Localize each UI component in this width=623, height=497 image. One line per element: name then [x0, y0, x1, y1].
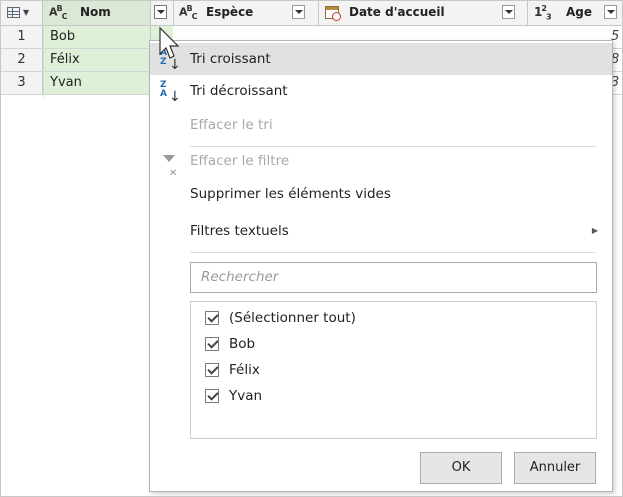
text-filters-item[interactable]: Filtres textuels ▶ — [150, 215, 612, 247]
list-item-label: Yvan — [229, 388, 263, 404]
clear-filter-label: Effacer le filtre — [190, 153, 290, 169]
sort-ascending-label: Tri croissant — [190, 51, 271, 67]
grid-divider — [43, 25, 44, 97]
filter-dropdown-button-nom[interactable] — [154, 5, 167, 19]
cancel-button[interactable]: Annuler — [514, 452, 596, 484]
remove-empty-item[interactable]: Supprimer les éléments vides — [150, 178, 612, 210]
column-header-row: ▼ ABC Nom ABC Espèce Date d'accueil 123 … — [1, 1, 622, 26]
checkbox[interactable] — [205, 363, 219, 377]
column-label-date-accueil: Date d'accueil — [349, 5, 445, 19]
filter-dropdown-button-age[interactable] — [604, 5, 617, 19]
text-filters-label: Filtres textuels — [190, 223, 289, 239]
column-header-date-accueil[interactable]: Date d'accueil — [319, 1, 528, 25]
clear-filter-item[interactable]: ✕ Effacer le filtre — [150, 145, 612, 179]
row-number[interactable]: 3 — [1, 72, 43, 94]
ok-button[interactable]: OK — [420, 452, 502, 484]
date-type-icon[interactable] — [325, 6, 341, 21]
clear-sort-label: Effacer le tri — [190, 117, 273, 133]
abc-type-icon[interactable]: ABC — [179, 4, 197, 21]
column-label-nom: Nom — [80, 5, 111, 19]
list-item-label: Bob — [229, 336, 256, 352]
cell-nom[interactable]: Félix — [43, 49, 151, 71]
row-number[interactable]: 2 — [1, 49, 43, 71]
row-number[interactable]: 1 — [1, 26, 43, 48]
mouse-cursor-icon — [159, 26, 180, 59]
clear-sort-item[interactable]: Effacer le tri — [150, 109, 612, 141]
list-item-label: (Sélectionner tout) — [229, 310, 356, 326]
filter-dropdown-button-espece[interactable] — [292, 5, 305, 19]
sort-ascending-item[interactable]: AZ ↓ Tri croissant — [150, 43, 612, 75]
list-item-label: Félix — [229, 362, 260, 378]
sort-descending-item[interactable]: ZA ↓ Tri décroissant — [150, 75, 612, 107]
column-label-espece: Espèce — [206, 5, 254, 19]
clear-filter-icon: ✕ — [159, 145, 181, 179]
checkbox[interactable] — [205, 311, 219, 325]
chevron-down-icon: ▼ — [23, 8, 30, 17]
abc-type-icon[interactable]: ABC — [49, 4, 67, 21]
column-header-nom[interactable]: ABC Nom — [43, 1, 151, 25]
column-label-age: Age — [566, 5, 593, 19]
remove-empty-label: Supprimer les éléments vides — [190, 186, 391, 202]
checkbox[interactable] — [205, 389, 219, 403]
sort-descending-label: Tri décroissant — [190, 83, 288, 99]
power-query-grid: ▼ ABC Nom ABC Espèce Date d'accueil 123 … — [0, 0, 623, 497]
table-icon — [7, 7, 20, 18]
number-type-icon[interactable]: 123 — [534, 4, 551, 21]
sort-descending-icon: ZA ↓ — [160, 80, 181, 106]
menu-separator — [190, 252, 596, 253]
column-filter-menu: AZ ↓ Tri croissant ZA ↓ Tri décroissant … — [149, 40, 613, 492]
column-header-age[interactable]: 123 Age — [528, 1, 622, 25]
table-menu-button[interactable]: ▼ — [1, 1, 43, 25]
value-checklist: (Sélectionner tout) Bob Félix Yvan — [190, 301, 597, 439]
checkbox[interactable] — [205, 337, 219, 351]
cell-nom[interactable]: Yvan — [43, 72, 151, 94]
filter-dropdown-button-date-accueil[interactable] — [502, 5, 515, 19]
cell-nom[interactable]: Bob — [43, 26, 151, 48]
column-header-espece[interactable]: ABC Espèce — [173, 1, 319, 25]
search-input[interactable]: Rechercher — [190, 262, 597, 293]
chevron-right-icon: ▶ — [591, 226, 598, 235]
